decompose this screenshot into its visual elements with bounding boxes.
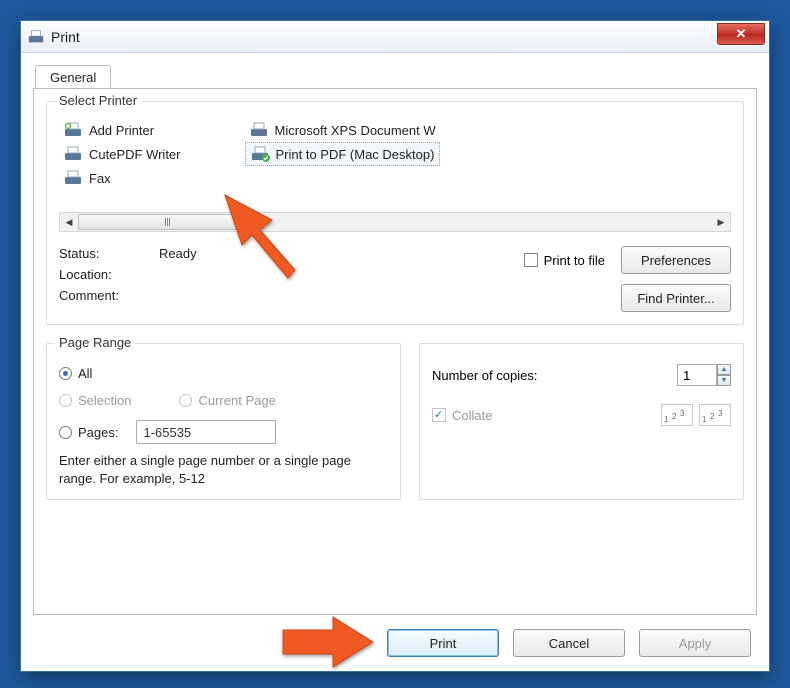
close-button[interactable]: ✕ [717, 23, 765, 45]
printer-label: Fax [89, 171, 111, 186]
checkbox-box [524, 253, 538, 267]
scroll-left-button[interactable]: ◀ [60, 213, 78, 231]
group-select-printer: Select Printer Add Printer CutePDF Write… [46, 101, 744, 325]
fax-icon [63, 170, 83, 186]
print-button[interactable]: Print [387, 629, 499, 657]
location-label: Location: [59, 267, 159, 282]
spin-up-button[interactable]: ▲ [717, 364, 731, 375]
radio-pages-label: Pages: [78, 425, 118, 440]
copies-label: Number of copies: [432, 368, 538, 383]
collate-checkbox: Collate [432, 408, 492, 423]
radio-all-label: All [78, 366, 92, 381]
radio-pages[interactable]: Pages: [59, 425, 118, 440]
radio-dot [59, 426, 72, 439]
copies-spinner[interactable]: ▲ ▼ [677, 364, 731, 386]
printer-icon [249, 122, 269, 138]
radio-all[interactable]: All [59, 366, 388, 381]
location-value [159, 267, 279, 282]
print-dialog: Print ✕ General Select Printer Add Print… [20, 20, 770, 672]
radio-dot [59, 367, 72, 380]
printer-label: CutePDF Writer [89, 147, 181, 162]
printer-icon [63, 146, 83, 162]
print-to-file-checkbox[interactable]: Print to file [524, 253, 605, 268]
printer-add-icon [63, 122, 83, 138]
printer-label: Add Printer [89, 123, 154, 138]
printer-item-xps[interactable]: Microsoft XPS Document W [245, 118, 440, 142]
printer-status: Status: Ready Location: Comment: [59, 246, 279, 303]
group-title-printer: Select Printer [55, 93, 141, 108]
cancel-button[interactable]: Cancel [513, 629, 625, 657]
window-title: Print [51, 29, 80, 45]
radio-dot [59, 394, 72, 407]
copies-input[interactable] [677, 364, 717, 386]
radio-current-label: Current Page [198, 393, 275, 408]
scroll-right-button[interactable]: ▶ [712, 213, 730, 231]
collate-label: Collate [452, 408, 492, 423]
find-printer-button[interactable]: Find Printer... [621, 284, 731, 312]
printer-item-add[interactable]: Add Printer [59, 118, 185, 142]
dialog-body: General Select Printer Add Printer CuteP… [29, 61, 761, 615]
tab-general[interactable]: General [35, 65, 111, 90]
radio-dot [179, 394, 192, 407]
printer-label: Print to PDF (Mac Desktop) [276, 147, 435, 162]
print-to-file-label: Print to file [544, 253, 605, 268]
collate-preview-icon: 123 [699, 404, 731, 426]
close-icon: ✕ [736, 26, 747, 42]
printer-icon [27, 28, 45, 46]
preferences-button[interactable]: Preferences [621, 246, 731, 274]
dialog-button-row: Print Cancel Apply [387, 629, 751, 657]
pages-input[interactable] [136, 420, 276, 444]
comment-label: Comment: [59, 288, 159, 303]
radio-selection-label: Selection [78, 393, 131, 408]
tab-panel: Select Printer Add Printer CutePDF Write… [33, 88, 757, 615]
scroll-thumb[interactable] [78, 214, 258, 230]
apply-button: Apply [639, 629, 751, 657]
scroll-track[interactable] [78, 213, 712, 231]
radio-selection: Selection [59, 393, 131, 408]
radio-current-page: Current Page [179, 393, 275, 408]
group-title-range: Page Range [55, 335, 135, 350]
collate-preview-icon: 123 [661, 404, 693, 426]
checkbox-box [432, 408, 446, 422]
titlebar: Print ✕ [21, 21, 769, 53]
status-value: Ready [159, 246, 279, 261]
printer-item-cutepdf[interactable]: CutePDF Writer [59, 142, 185, 166]
printer-list: Add Printer CutePDF Writer Fax Microsoft… [59, 118, 731, 206]
tab-strip: General [29, 61, 761, 89]
page-range-help: Enter either a single page number or a s… [59, 452, 388, 487]
printer-item-pdf[interactable]: Print to PDF (Mac Desktop) [245, 142, 440, 166]
status-label: Status: [59, 246, 159, 261]
comment-value [159, 288, 279, 303]
spin-down-button[interactable]: ▼ [717, 375, 731, 386]
group-copies: Number of copies: ▲ ▼ Collate [419, 343, 744, 500]
printer-check-icon [250, 146, 270, 162]
printer-scrollbar[interactable]: ◀ ▶ [59, 212, 731, 232]
printer-item-fax[interactable]: Fax [59, 166, 185, 190]
group-page-range: Page Range All Selection Current Page [46, 343, 401, 500]
printer-label: Microsoft XPS Document W [275, 123, 436, 138]
